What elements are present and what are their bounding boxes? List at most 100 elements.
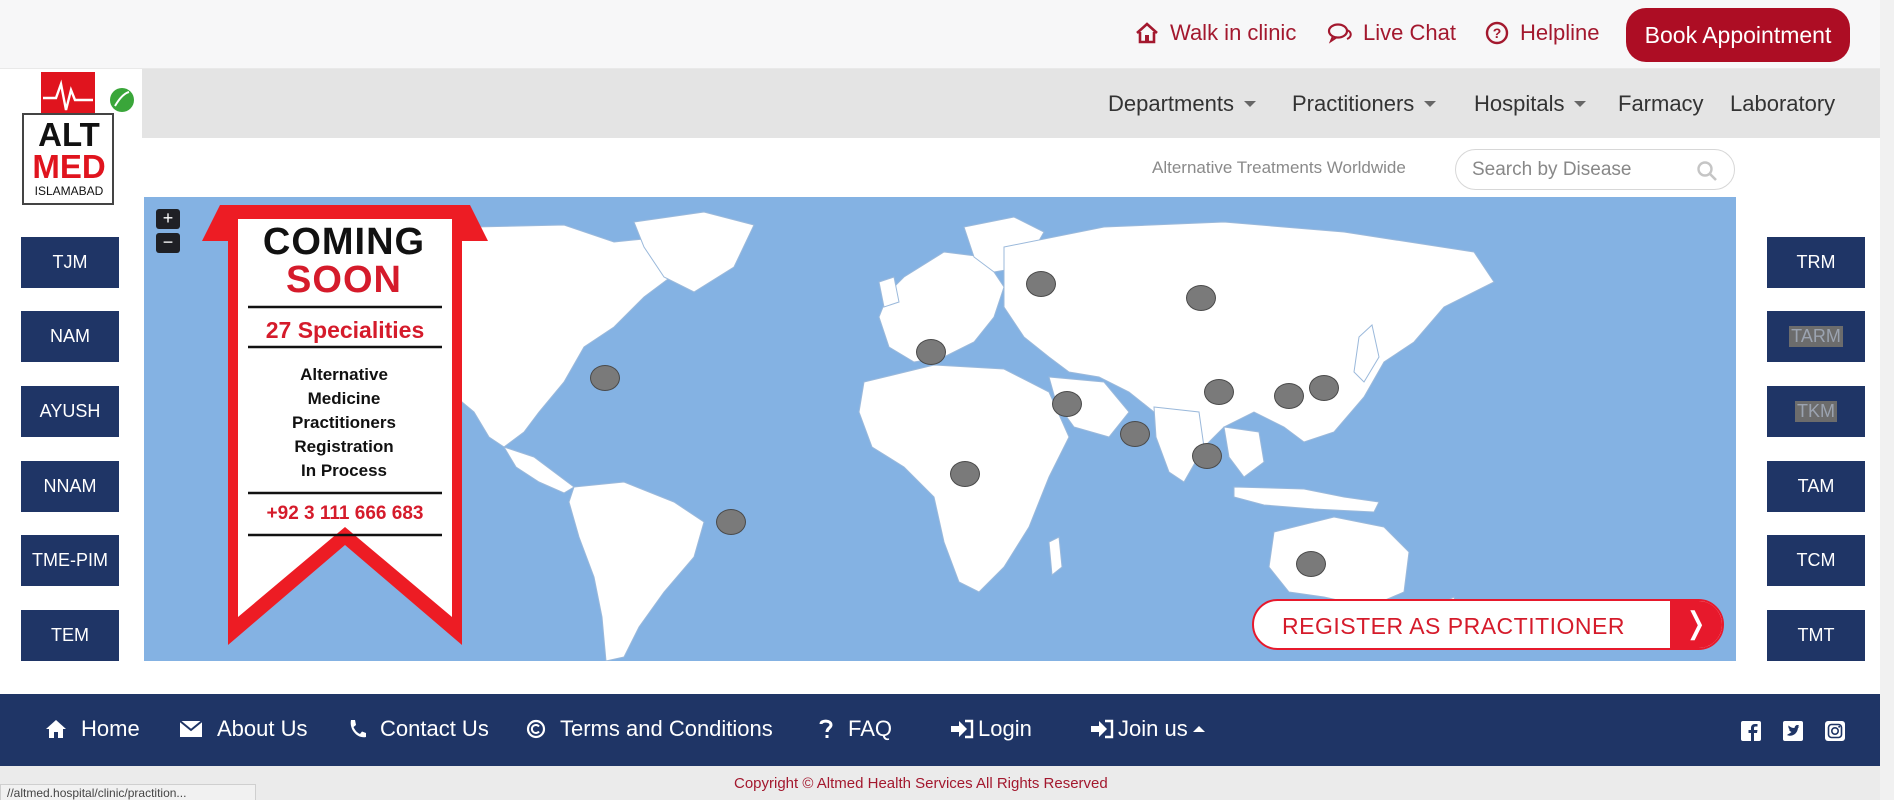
speciality-button-tarm[interactable]: TARM xyxy=(1767,311,1865,362)
live-chat-label: Live Chat xyxy=(1363,20,1456,45)
nav-practitioners-label: Practitioners xyxy=(1292,91,1415,116)
banner-desc-5: In Process xyxy=(301,461,387,480)
map-marker-australia[interactable] xyxy=(1296,551,1326,577)
footer-home-link[interactable]: Home xyxy=(45,716,140,742)
map-marker-india[interactable] xyxy=(1120,421,1150,447)
speciality-button-nnam[interactable]: NNAM xyxy=(21,461,119,512)
book-appointment-button[interactable]: Book Appointment xyxy=(1626,8,1850,62)
map-marker-europe[interactable] xyxy=(916,339,946,365)
walk-in-clinic-label: Walk in clinic xyxy=(1170,20,1297,45)
footer-terms-label: Terms and Conditions xyxy=(560,716,773,741)
world-map[interactable]: + − COMING SOON 27 Specialities Alternat… xyxy=(144,197,1736,661)
envelope-icon xyxy=(179,720,203,737)
map-marker-china[interactable] xyxy=(1204,379,1234,405)
home-icon xyxy=(1136,22,1158,44)
chevron-down-icon xyxy=(1243,101,1256,107)
footer-about-link[interactable]: About Us xyxy=(179,716,308,742)
home-icon xyxy=(46,720,66,738)
banner-soon: SOON xyxy=(286,259,402,301)
map-marker-japan[interactable] xyxy=(1309,375,1339,401)
map-marker-iran[interactable] xyxy=(1052,391,1082,417)
chevron-down-icon xyxy=(1574,101,1587,107)
top-bar: Walk in clinic Live Chat ? Helpline Book… xyxy=(0,0,1880,69)
banner-specialities: 27 Specialities xyxy=(265,317,425,343)
speciality-button-ayush[interactable]: AYUSH xyxy=(21,386,119,437)
phone-icon xyxy=(350,720,366,738)
banner-phone: +92 3 111 666 683 xyxy=(266,503,424,524)
footer-terms-link[interactable]: Terms and Conditions xyxy=(526,716,773,742)
map-marker-usa[interactable] xyxy=(590,365,620,391)
map-marker-siberia[interactable] xyxy=(1186,285,1216,311)
speciality-button-tam[interactable]: TAM xyxy=(1767,461,1865,512)
banner-desc-3: Practitioners xyxy=(292,413,396,432)
speciality-button-tkm-label: TKM xyxy=(1795,401,1837,422)
facebook-icon[interactable] xyxy=(1740,720,1762,742)
footer-contact-link[interactable]: Contact Us xyxy=(348,716,489,742)
search-input[interactable] xyxy=(1472,158,1692,182)
map-marker-thailand[interactable] xyxy=(1192,443,1222,469)
footer-nav: Home About Us Contact Us Terms and Condi… xyxy=(0,694,1880,766)
map-marker-africa[interactable] xyxy=(950,461,980,487)
footer-contact-label: Contact Us xyxy=(380,716,489,741)
nav-departments-label: Departments xyxy=(1108,91,1234,116)
logo-med: MED xyxy=(32,148,106,185)
nav-farmacy[interactable]: Farmacy xyxy=(1618,91,1704,117)
copyright-icon xyxy=(526,719,546,739)
speciality-button-nam[interactable]: NAM xyxy=(21,311,119,362)
speciality-button-tem[interactable]: TEM xyxy=(21,610,119,661)
live-chat-link[interactable]: Live Chat xyxy=(1327,20,1456,46)
speciality-button-tme-pim[interactable]: TME-PIM xyxy=(21,535,119,586)
twitter-icon[interactable] xyxy=(1782,720,1804,742)
altmed-logo[interactable]: ALT MED ISLAMABAD xyxy=(14,70,142,210)
svg-text:?: ? xyxy=(1493,25,1502,41)
search-icon[interactable] xyxy=(1696,160,1718,182)
speciality-button-tcm[interactable]: TCM xyxy=(1767,535,1865,586)
helpline-label: Helpline xyxy=(1520,20,1600,45)
caret-up-icon xyxy=(1192,726,1205,732)
copyright-bar: Copyright © Altmed Health Services All R… xyxy=(0,766,1880,800)
status-url: //altmed.hospital/clinic/practition... xyxy=(0,784,256,800)
helpline-link[interactable]: ? Helpline xyxy=(1484,20,1600,46)
map-zoom-out-button[interactable]: − xyxy=(156,233,180,253)
tagline: Alternative Treatments Worldwide xyxy=(1152,158,1406,177)
speciality-button-tmt[interactable]: TMT xyxy=(1767,610,1865,661)
speciality-button-tjm[interactable]: TJM xyxy=(21,237,119,288)
map-zoom-in-button[interactable]: + xyxy=(156,209,180,229)
map-marker-korea[interactable] xyxy=(1274,383,1304,409)
instagram-icon[interactable] xyxy=(1824,720,1846,742)
footer-join-label: Join us xyxy=(1118,716,1188,741)
speciality-button-trm[interactable]: TRM xyxy=(1767,237,1865,288)
logo-alt: ALT xyxy=(38,116,100,153)
footer-faq-link[interactable]: FAQ xyxy=(818,716,892,742)
footer-login-link[interactable]: Login xyxy=(950,716,1032,742)
banner-desc-1: Alternative xyxy=(300,365,388,384)
walk-in-clinic-link[interactable]: Walk in clinic xyxy=(1134,20,1296,46)
logo-city: ISLAMABAD xyxy=(34,184,104,198)
footer-about-label: About Us xyxy=(217,716,308,741)
footer-faq-label: FAQ xyxy=(848,716,893,741)
banner-desc-2: Medicine xyxy=(307,389,381,408)
nav-hospitals[interactable]: Hospitals xyxy=(1474,91,1587,117)
copyright-text: Copyright © Altmed Health Services All R… xyxy=(734,775,1108,792)
map-marker-russia[interactable] xyxy=(1026,271,1056,297)
register-as-practitioner-button[interactable]: REGISTER AS PRACTITIONER ❭ xyxy=(1252,599,1724,650)
banner-desc-4: Registration xyxy=(294,437,394,456)
question-icon xyxy=(819,719,833,738)
scrollbar[interactable] xyxy=(1880,0,1894,800)
coming-soon-banner: COMING SOON 27 Specialities Alternative … xyxy=(202,205,488,657)
nav-hospitals-label: Hospitals xyxy=(1474,91,1565,116)
nav-practitioners[interactable]: Practitioners xyxy=(1292,91,1437,117)
chevron-right-icon: ❭ xyxy=(1670,601,1722,648)
speciality-button-tkm[interactable]: TKM xyxy=(1767,386,1865,437)
footer-home-label: Home xyxy=(81,716,140,741)
nav-laboratory[interactable]: Laboratory xyxy=(1730,91,1835,117)
nav-departments[interactable]: Departments xyxy=(1108,91,1256,117)
main-nav: Departments Practitioners Hospitals Farm… xyxy=(142,69,1880,138)
banner-coming: COMING xyxy=(262,221,426,263)
question-circle-icon: ? xyxy=(1485,21,1509,45)
search-box[interactable] xyxy=(1455,149,1735,190)
register-label: REGISTER AS PRACTITIONER xyxy=(1282,613,1625,639)
map-marker-brazil[interactable] xyxy=(716,509,746,535)
sign-in-icon xyxy=(951,719,974,739)
footer-join-link[interactable]: Join us xyxy=(1090,716,1206,742)
